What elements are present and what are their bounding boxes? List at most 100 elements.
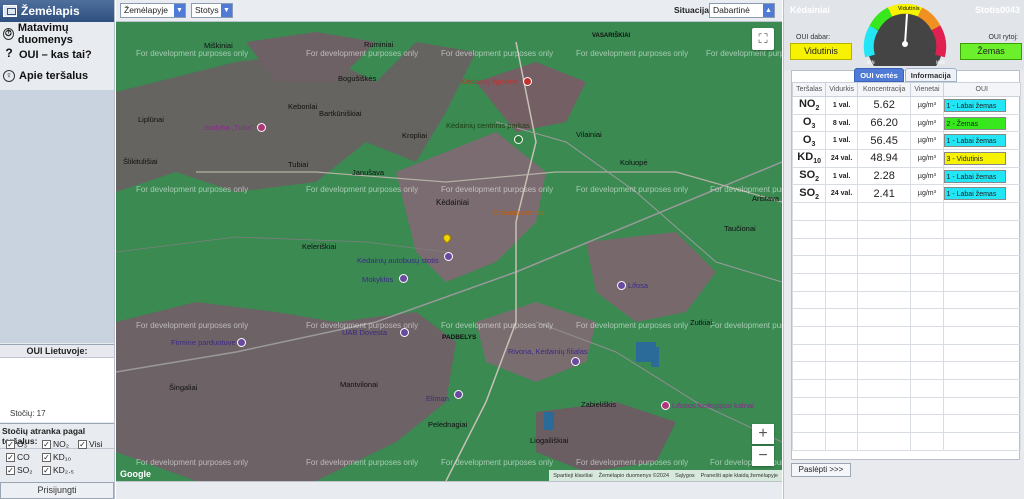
oui-cell: 1 - Labai žemas [942,166,1022,186]
column-header: OUI [942,82,1022,97]
filter-no2[interactable]: ✓ NO₂ [42,439,69,449]
dev-watermark: For development purposes only [136,185,249,194]
dev-watermark: For development purposes only [441,458,554,467]
login-button[interactable]: Prisijungti [0,482,114,499]
table-row: O3 1 val. 56.45 µg/m³ 1 - Labai žemas [791,131,1022,151]
table-row: NO2 1 val. 5.62 µg/m³ 1 - Labai žemas [791,96,1022,115]
filter-label: CO [17,452,30,462]
sidebar-empty-area [0,90,114,343]
empty-row [791,361,1022,380]
oui-index-badge: 2 - Žemas [943,116,1006,130]
empty-row [791,379,1022,398]
poi-icon[interactable] [257,123,266,132]
filter-kd10[interactable]: ✓ KD₁₀ [42,452,71,462]
place-label: Kėdainiai [436,198,469,207]
oui-cell: 1 - Labai žemas [942,184,1022,204]
pollutant-name: SO [799,186,816,199]
oui-lithuania-panel: OUI Lietuvoje: Stočių: 17 [0,344,114,422]
concentration-cell: 66.20 [856,113,912,133]
attribution-text: Žemėlapio duomenys ©2024 [598,472,670,479]
poi-icon[interactable] [454,390,463,399]
dev-watermark: For development purposes only [136,458,249,467]
poi-icon[interactable] [617,281,626,290]
sidebar: Žemėlapis ⏱ Matavimų duomenys ? OUI – ka… [0,0,115,499]
zoom-in-button[interactable]: + [752,424,774,444]
oui-index-badge: 1 - Labai žemas [943,169,1006,183]
unit-cell: µg/m³ [910,166,944,186]
pollutant-subscript: 10 [813,158,821,166]
column-header: Koncentracija [856,82,912,97]
park-icon[interactable] [514,135,523,144]
type-select[interactable]: Stotys ▼ [191,3,233,18]
empty-row [791,202,1022,221]
sidebar-title[interactable]: Žemėlapis [0,0,114,22]
filter-label: NO₂ [53,439,70,449]
hide-panel-button[interactable]: Paslėpti >>> [791,463,851,477]
bus-station-icon[interactable] [444,252,453,261]
poi-icon[interactable] [661,401,670,410]
empty-row [791,272,1022,292]
filter-kd25[interactable]: ✓ KD₂.₅ [42,465,74,475]
dev-watermark: For development purposes only [136,321,249,330]
checkbox-icon: ✓ [6,439,15,449]
dev-watermark: For development purposes only [441,185,554,194]
place-label: Vilainiai [576,130,602,139]
menu-item-measurements[interactable]: ⏱ Matavimų duomenys [0,21,114,46]
empty-row [791,219,1022,239]
oui-table: Teršalas Vidurkis Koncentracija Vienetai… [791,82,1022,451]
poi-label: Griaunų namas [493,208,545,217]
poi-label: Mokyklos [362,275,394,284]
poi-icon[interactable] [399,274,408,283]
filter-so2[interactable]: ✓ SO₂ [6,465,33,475]
tab-information[interactable]: Informacija [904,68,957,82]
situation-select-value: Dabartinė [713,5,750,15]
period-cell: 1 val. [825,96,858,115]
place-label: Liplūnai [138,115,164,124]
menu-item-label: Matavimų duomenys [17,21,73,46]
attribution-link[interactable]: Pranešti apie klaidą žemėlapyje [701,473,778,479]
filter-co[interactable]: ✓ CO [6,452,30,462]
place-label: Keleriškiai [302,242,337,251]
fullscreen-icon[interactable]: ⛶ [752,28,774,50]
checkbox-icon: ✓ [6,452,15,462]
filter-all[interactable]: ✓ Visi [78,439,103,449]
layer-select[interactable]: Žemėlapyje ▼ [120,3,186,18]
unit-cell: µg/m³ [910,184,944,204]
column-header: Teršalas [791,82,827,97]
dev-watermark: For development purposes only [306,458,419,467]
tab-oui-values[interactable]: OUI vertės [854,68,904,82]
oui-cell: 2 - Žemas [942,113,1022,133]
poi-label: Firmine parduotuve [171,338,236,347]
pollutant-cell: O3 [791,131,827,151]
poi-icon[interactable] [400,328,409,337]
column-header: Vienetai [910,82,944,97]
poi-icon[interactable] [571,357,580,366]
pollutant-cell: NO2 [791,96,827,115]
filter-o3[interactable]: ✓ O₃ [6,439,27,449]
dev-watermark: For development purposes only [576,49,689,58]
map-attribution: Spartieji klavišai Žemėlapio duomenys ©2… [549,470,782,481]
dev-watermark: For development purposes only [576,458,689,467]
question-icon: ? [5,45,13,60]
zoom-out-button[interactable]: − [752,446,774,466]
pollutant-subscript: 2 [815,176,820,184]
attribution-link[interactable]: Sąlygos [675,473,695,479]
situation-select[interactable]: Dabartinė ▲ [709,3,775,18]
hospital-icon[interactable] [523,77,532,86]
place-label: Kebonlai [288,102,318,111]
oui-index-badge: 1 - Labai žemas [943,187,1006,201]
filter-label: KD₁₀ [53,452,72,462]
unit-cell: µg/m³ [910,149,944,168]
place-label: Mantvilonai [340,380,378,389]
map-canvas[interactable]: For development purposes only For develo… [116,22,782,481]
attribution-link[interactable]: Spartieji klavišai [553,473,592,479]
period-cell: 24 val. [825,184,858,204]
bulb-icon: ♀ [3,69,15,82]
menu-item-pollutants[interactable]: ♀ Apie teršalus [0,66,114,85]
menu-item-oui-info[interactable]: ? OUI – kas tai? [0,45,114,64]
shop-icon[interactable] [237,338,246,347]
place-label: Šlikitulišiai [123,157,158,166]
oui-table-body: NO2 1 val. 5.62 µg/m³ 1 - Labai žemas O3 8 val… [791,96,1022,451]
place-label: PADBELYS [442,334,477,341]
concentration-cell: 5.62 [856,96,912,115]
